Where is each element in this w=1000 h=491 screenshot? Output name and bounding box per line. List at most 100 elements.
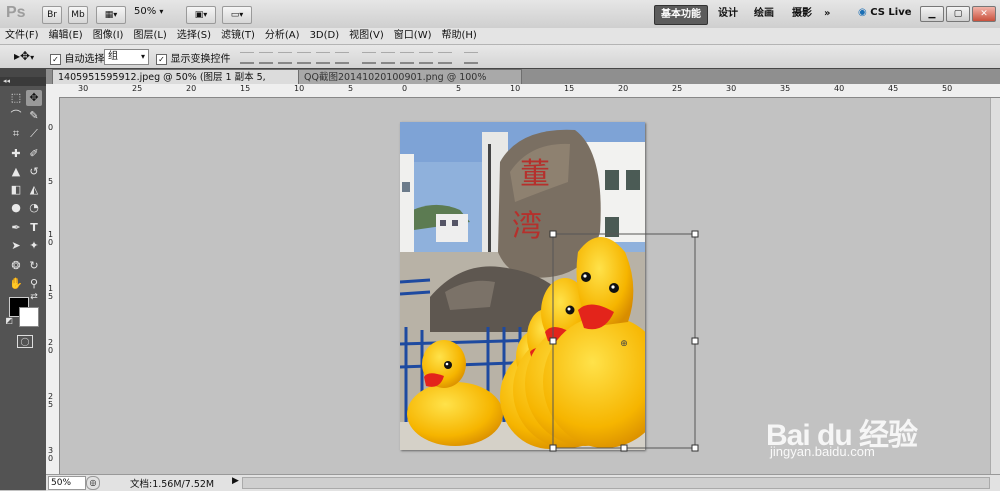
brush-tool-icon[interactable]: ✐	[26, 146, 42, 162]
menu-file[interactable]: 文件(F)	[0, 28, 44, 44]
auto-align-layers-icon[interactable]	[464, 52, 478, 64]
lasso-tool-icon[interactable]: ⌒	[8, 108, 24, 124]
zoom-tool-icon[interactable]: ⚲	[26, 276, 42, 292]
marquee-tool-icon[interactable]: ⬚	[8, 90, 24, 106]
blur-tool-icon[interactable]: ●	[8, 200, 24, 216]
transform-bounding-box[interactable]: ⊕	[540, 226, 704, 456]
mini-bridge-button[interactable]: Mb	[68, 6, 88, 24]
zoom-level-dropdown[interactable]: 50% ▾	[134, 6, 163, 17]
ruler-label: 0	[402, 84, 408, 93]
dodge-tool-icon[interactable]: ◔	[26, 200, 42, 216]
align-vertical-center-icon[interactable]	[259, 52, 273, 64]
menu-select[interactable]: 选择(S)	[172, 28, 216, 44]
auto-select-target-value: 组	[108, 51, 118, 62]
chevron-down-icon: ▾	[203, 10, 208, 19]
cs-live-button[interactable]: ◉ CS Live	[858, 7, 912, 18]
ruler-label: 35	[780, 84, 791, 93]
show-transform-controls-option[interactable]: ✓ 显示变换控件	[156, 50, 231, 65]
menu-layer[interactable]: 图层(L)	[128, 28, 171, 44]
menu-image[interactable]: 图像(I)	[88, 28, 129, 44]
eraser-tool-icon[interactable]: ◧	[8, 182, 24, 198]
align-left-icon[interactable]	[297, 52, 311, 64]
ruler-label: 5	[48, 177, 54, 186]
screen-mode-icon: ▭	[230, 10, 240, 20]
workspace-design[interactable]: 设计	[712, 5, 744, 23]
shape-tool-icon[interactable]: ✦	[26, 238, 42, 254]
tools-panel-collapse[interactable]: ◂◂	[0, 77, 46, 86]
distribute-bottom-icon[interactable]	[400, 52, 414, 64]
status-info-icon[interactable]: ◎	[86, 476, 100, 490]
healing-brush-tool-icon[interactable]: ✚	[8, 146, 24, 162]
align-right-icon[interactable]	[335, 52, 349, 64]
history-brush-tool-icon[interactable]: ↺	[26, 164, 42, 180]
quick-mask-icon[interactable]: ◯	[17, 335, 33, 348]
ruler-label: 2 5	[48, 392, 54, 409]
menu-filter[interactable]: 滤镜(T)	[216, 28, 260, 44]
svg-text:⊕: ⊕	[620, 339, 628, 349]
distribute-top-icon[interactable]	[362, 52, 376, 64]
auto-select-checkbox[interactable]: ✓	[50, 53, 61, 65]
distribute-horizontal-center-icon[interactable]	[438, 52, 452, 64]
quick-selection-tool-icon[interactable]: ✎	[26, 108, 42, 124]
horizontal-scrollbar[interactable]	[242, 477, 990, 489]
workspace-photography[interactable]: 摄影	[786, 5, 818, 23]
show-transform-checkbox[interactable]: ✓	[156, 53, 167, 65]
minimize-icon[interactable]: ▁	[920, 6, 944, 22]
ruler-label: 40	[834, 84, 845, 93]
move-tool-icon[interactable]: ✥	[26, 90, 42, 106]
pen-tool-icon[interactable]: ✒	[8, 220, 24, 236]
workspace-painting[interactable]: 绘画	[748, 5, 780, 23]
path-selection-tool-icon[interactable]: ➤	[8, 238, 24, 254]
chevron-down-icon: ▾	[159, 7, 164, 16]
align-top-icon[interactable]	[240, 52, 254, 64]
move-tool-preset-picker[interactable]: ▸✥▾	[14, 49, 34, 63]
menu-3d[interactable]: 3D(D)	[305, 28, 345, 44]
application-bar: Ps Br Mb ▦▾ 50% ▾ ▣▾ ▭▾ 基本功能 设计 绘画 摄影 » …	[0, 0, 1000, 29]
status-menu-arrow-icon[interactable]: ▶	[232, 476, 239, 486]
close-icon[interactable]: ✕	[972, 6, 996, 22]
ruler-label: 0	[48, 123, 54, 132]
more-workspaces-button[interactable]: »	[818, 5, 836, 23]
clone-stamp-tool-icon[interactable]: ▲	[8, 164, 24, 180]
vertical-scrollbar[interactable]	[990, 98, 1000, 474]
workspace-essentials[interactable]: 基本功能	[654, 5, 708, 25]
background-color-swatch[interactable]	[19, 307, 39, 327]
ruler-label: 10	[510, 84, 521, 93]
align-horizontal-center-icon[interactable]	[316, 52, 330, 64]
menu-analysis[interactable]: 分析(A)	[260, 28, 305, 44]
document-tab-active[interactable]: 1405951595912.jpeg @ 50% (图层 1 副本 5, RGB…	[52, 69, 299, 98]
ruler-label: 1 0	[48, 230, 54, 247]
zoom-percentage-field[interactable]: 50%	[48, 476, 86, 490]
ruler-label: 50	[942, 84, 953, 93]
restore-icon[interactable]: ▢	[946, 6, 970, 22]
document-size-info: 文档:1.56M/7.52M	[130, 479, 215, 490]
document-tab[interactable]: QQ截图20141020100901.png @ 100%(RGB/8) ⊠	[298, 69, 522, 98]
crop-tool-icon[interactable]: ⌗	[8, 126, 24, 142]
arrange-documents-button[interactable]: ▣▾	[186, 6, 216, 24]
auto-select-option[interactable]: ✓ 自动选择:	[50, 50, 108, 65]
align-bottom-icon[interactable]	[278, 52, 292, 64]
paint-bucket-tool-icon[interactable]: ◭	[26, 182, 42, 198]
distribute-vertical-center-icon[interactable]	[381, 52, 395, 64]
launch-bridge-button[interactable]: Br	[42, 6, 62, 24]
3d-orbit-tool-icon[interactable]: ↻	[26, 258, 42, 274]
menu-view[interactable]: 视图(V)	[344, 28, 389, 44]
3d-rotate-tool-icon[interactable]: ❂	[8, 258, 24, 274]
menu-window[interactable]: 窗口(W)	[389, 28, 437, 44]
photoshop-logo: Ps	[6, 4, 26, 21]
hand-tool-icon[interactable]: ✋	[8, 276, 24, 292]
screen-mode-button[interactable]: ▭▾	[222, 6, 252, 24]
auto-select-target-dropdown[interactable]: 组 ▾	[104, 49, 149, 65]
menu-edit[interactable]: 编辑(E)	[44, 28, 88, 44]
default-colors-icon[interactable]: ◩	[4, 316, 14, 326]
type-tool-icon[interactable]: T	[26, 220, 42, 236]
ruler-label: 30	[726, 84, 737, 93]
eyedropper-tool-icon[interactable]: ⟋	[26, 126, 42, 142]
distribute-left-icon[interactable]	[419, 52, 433, 64]
auto-select-label: 自动选择:	[64, 54, 108, 65]
menu-help[interactable]: 帮助(H)	[437, 28, 482, 44]
horizontal-ruler: 30 25 20 15 10 5 0 5 10 15 20 25 30 35 4…	[46, 84, 1000, 98]
swap-colors-icon[interactable]: ⇄	[29, 292, 39, 302]
view-extras-button[interactable]: ▦▾	[96, 6, 126, 24]
ruler-label: 30	[78, 84, 89, 93]
